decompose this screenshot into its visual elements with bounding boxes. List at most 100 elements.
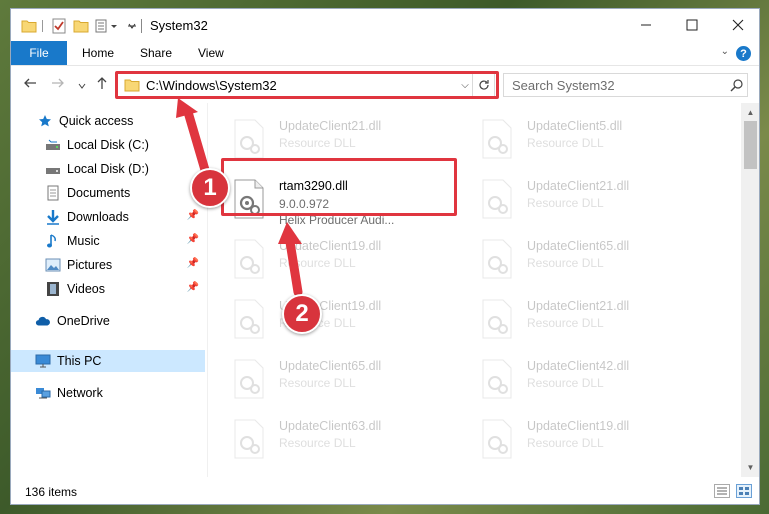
file-type: Resource DLL — [527, 316, 604, 330]
file-highlight-box — [221, 158, 457, 216]
sidebar-item-label: Pictures — [67, 258, 113, 272]
vertical-scrollbar[interactable]: ▲ ▼ — [741, 103, 759, 477]
pin-icon[interactable]: 📌 — [187, 234, 199, 245]
file-type: Resource DLL — [527, 436, 604, 450]
pictures-icon — [45, 257, 61, 273]
properties-icon[interactable] — [51, 18, 67, 34]
tab-file[interactable]: File — [11, 41, 67, 65]
dll-file-icon — [232, 419, 266, 459]
file-type: Resource DLL — [279, 436, 356, 450]
file-item[interactable]: UpdateClient5.dll Resource DLL — [456, 111, 696, 165]
sidebar-item-label: Music — [67, 234, 100, 248]
file-type: Resource DLL — [527, 376, 604, 390]
file-type: Resource DLL — [279, 256, 356, 270]
sidebar-item-pictures[interactable]: Pictures 📌 — [11, 254, 205, 276]
sidebar-item-local-disk-c[interactable]: Local Disk (C:) — [11, 134, 205, 156]
sidebar-item-label: This PC — [57, 354, 102, 368]
file-name: UpdateClient65.dll — [279, 359, 382, 373]
dll-file-icon — [480, 419, 514, 459]
close-button[interactable] — [715, 9, 759, 41]
help-button[interactable]: ? — [736, 46, 751, 61]
title-separator — [141, 19, 142, 33]
file-item[interactable]: UpdateClient42.dll Resource DLL — [456, 351, 696, 405]
dll-file-icon — [480, 299, 514, 339]
sidebar-item-label: Quick access — [59, 114, 134, 128]
new-folder-icon[interactable] — [73, 18, 89, 34]
sidebar-item-label: Local Disk (C:) — [67, 138, 149, 152]
status-bar: 136 items — [11, 477, 759, 504]
pin-icon[interactable]: 📌 — [187, 282, 199, 293]
ribbon-tabs: File Home Share View ⌄ ? — [11, 41, 759, 65]
cloud-icon — [35, 313, 51, 329]
file-item[interactable]: UpdateClient65.dll Resource DLL — [208, 351, 448, 405]
tab-home[interactable]: Home — [82, 41, 114, 65]
folder-icon — [21, 18, 37, 34]
file-type: Resource DLL — [527, 136, 604, 150]
sidebar-item-label: OneDrive — [57, 314, 110, 328]
sidebar-item-label: Videos — [67, 282, 105, 296]
network-icon — [35, 385, 51, 401]
sidebar-item-downloads[interactable]: Downloads 📌 — [11, 206, 205, 228]
sidebar-item-label: Network — [57, 386, 103, 400]
explorer-window: System32 File Home Share View ⌄ ? C:\Win… — [10, 8, 760, 505]
scroll-up-arrow[interactable]: ▲ — [741, 104, 759, 120]
file-name: UpdateClient65.dll — [527, 239, 630, 253]
sidebar-item-local-disk-d[interactable]: Local Disk (D:) — [11, 158, 205, 180]
tiles-view-button[interactable] — [736, 484, 752, 498]
file-item[interactable]: UpdateClient19.dll Resource DLL — [456, 411, 696, 465]
dll-file-icon — [232, 119, 266, 159]
file-type: Resource DLL — [279, 136, 356, 150]
sidebar-item-videos[interactable]: Videos 📌 — [11, 278, 205, 300]
file-item[interactable]: UpdateClient21.dll Resource DLL — [456, 291, 696, 345]
minimize-button[interactable] — [623, 9, 669, 41]
file-name: UpdateClient5.dll — [527, 119, 623, 133]
dll-file-icon — [480, 179, 514, 219]
dropdown-arrow-icon[interactable] — [127, 18, 137, 34]
maximize-button[interactable] — [669, 9, 715, 41]
window-title: System32 — [150, 18, 208, 33]
sidebar-item-music[interactable]: Music 📌 — [11, 230, 205, 252]
address-row: C:\Windows\System32 ⌵ Search System32 — [11, 65, 759, 103]
details-view-button[interactable] — [714, 484, 730, 498]
tab-view[interactable]: View — [198, 41, 224, 65]
file-item[interactable]: UpdateClient19.dll Resource DLL — [208, 231, 448, 285]
search-icon[interactable] — [725, 78, 747, 92]
drive-icon — [45, 137, 61, 153]
file-item[interactable]: UpdateClient19.dll Resource DLL — [208, 291, 448, 345]
dll-file-icon — [480, 359, 514, 399]
sidebar-item-quick-access[interactable]: Quick access — [11, 110, 205, 132]
search-box[interactable]: Search System32 — [503, 73, 748, 97]
file-type: Resource DLL — [527, 196, 604, 210]
navigation-pane: Quick access Local Disk (C:) Local Disk … — [11, 103, 207, 477]
search-input[interactable]: Search System32 — [512, 78, 725, 93]
file-name: UpdateClient19.dll — [279, 239, 382, 253]
scroll-down-arrow[interactable]: ▼ — [741, 459, 759, 475]
pin-icon[interactable]: 📌 — [187, 258, 199, 269]
file-name: UpdateClient63.dll — [279, 419, 382, 433]
file-name: UpdateClient21.dll — [527, 179, 630, 193]
sidebar-item-onedrive[interactable]: OneDrive — [11, 310, 205, 332]
file-item[interactable]: UpdateClient65.dll Resource DLL — [456, 231, 696, 285]
back-button[interactable] — [23, 76, 37, 94]
forward-button[interactable] — [51, 76, 65, 94]
scroll-thumb[interactable] — [744, 121, 757, 169]
dll-file-icon — [232, 359, 266, 399]
pin-icon[interactable]: 📌 — [187, 210, 199, 221]
chevron-down-icon[interactable]: ⌄ — [721, 46, 729, 57]
file-type: Resource DLL — [527, 256, 604, 270]
file-item[interactable]: UpdateClient21.dll Resource DLL — [208, 111, 448, 165]
videos-icon — [45, 281, 61, 297]
recent-locations-icon[interactable] — [77, 78, 87, 95]
address-highlight-box — [115, 71, 499, 99]
dll-file-icon — [232, 299, 266, 339]
file-item[interactable]: UpdateClient63.dll Resource DLL — [208, 411, 448, 465]
sidebar-item-documents[interactable]: Documents — [11, 182, 205, 204]
callout-step-1: 1 — [190, 168, 230, 208]
sidebar-item-this-pc[interactable]: This PC — [11, 350, 205, 372]
sidebar-item-network[interactable]: Network — [11, 382, 205, 404]
customize-quick-access-icon[interactable] — [95, 18, 121, 34]
up-button[interactable] — [95, 76, 109, 94]
file-name: UpdateClient21.dll — [279, 119, 382, 133]
tab-share[interactable]: Share — [140, 41, 172, 65]
file-item[interactable]: UpdateClient21.dll Resource DLL — [456, 171, 696, 225]
